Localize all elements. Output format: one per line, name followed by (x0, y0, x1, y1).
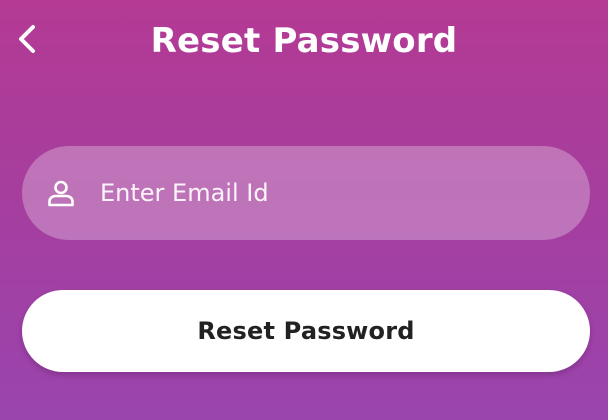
user-icon (46, 178, 76, 208)
email-input[interactable] (100, 173, 590, 213)
reset-password-button-label: Reset Password (197, 317, 415, 345)
reset-password-button[interactable]: Reset Password (22, 290, 590, 372)
header: Reset Password (0, 0, 608, 84)
page-title: Reset Password (150, 21, 458, 61)
email-field[interactable] (22, 146, 590, 240)
